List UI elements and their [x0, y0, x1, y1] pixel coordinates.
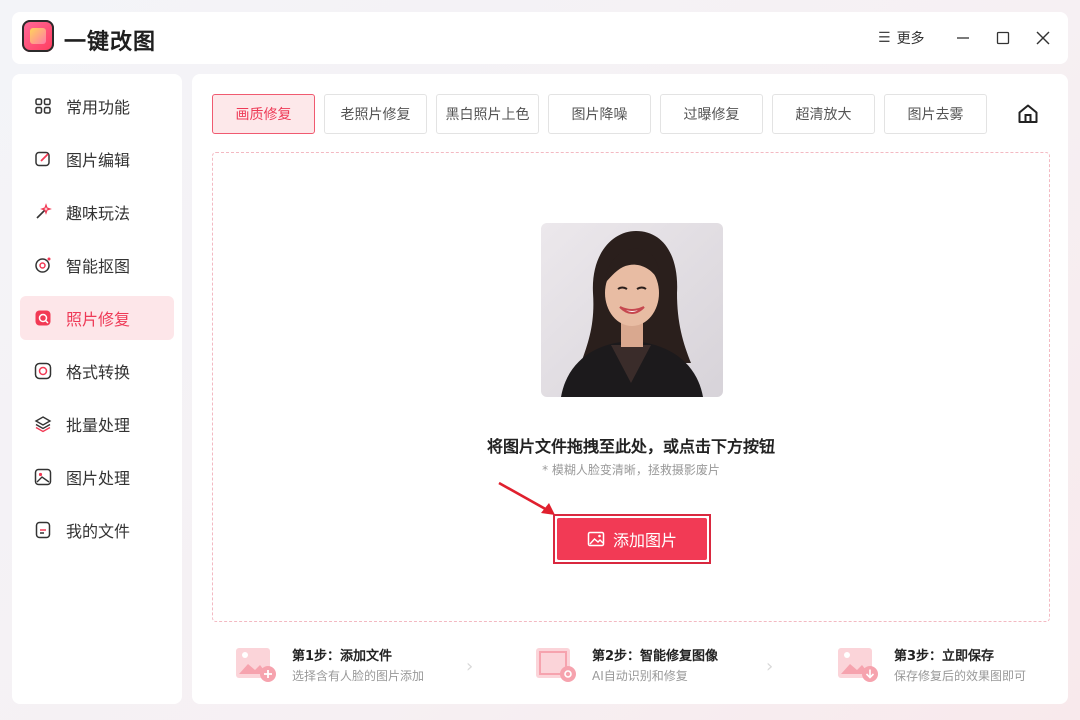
sidebar: 常用功能 图片编辑 趣味玩法 智能抠图 照片修复 格式转换 批量处理 图片处理 …: [12, 74, 182, 704]
sidebar-item-cutout[interactable]: 智能抠图: [20, 243, 174, 287]
tab-dehaze[interactable]: 图片去雾: [884, 94, 987, 134]
drop-zone[interactable]: 将图片文件拖拽至此处，或点击下方按钮 * 模糊人脸变清晰，拯救摄影废片 添加图片: [212, 152, 1050, 622]
sidebar-item-label: 格式转换: [66, 363, 131, 382]
sidebar-item-label: 批量处理: [66, 416, 131, 435]
step-desc: 保存修复后的效果图即可: [894, 669, 1027, 683]
chevron-right-icon: ›: [766, 656, 774, 677]
cutout-icon: [34, 256, 52, 274]
sidebar-item-fun[interactable]: 趣味玩法: [20, 190, 174, 234]
add-image-label: 添加图片: [612, 531, 677, 550]
sidebar-item-label: 照片修复: [66, 310, 131, 329]
close-icon: [1036, 31, 1050, 45]
sidebar-item-label: 图片处理: [66, 469, 131, 488]
tab-old-photo-repair[interactable]: 老照片修复: [324, 94, 427, 134]
step-title: 第1步：添加文件: [292, 649, 393, 664]
minimize-icon: [957, 37, 969, 39]
chevron-right-icon: ›: [466, 656, 474, 677]
add-image-button-highlight: 添加图片: [553, 514, 711, 564]
tab-colorize[interactable]: 黑白照片上色: [436, 94, 539, 134]
repair-icon: [34, 309, 52, 327]
more-button[interactable]: ☰ 更多: [878, 26, 925, 50]
magic-wand-icon: [34, 203, 52, 221]
tab-upscale[interactable]: 超清放大: [772, 94, 875, 134]
convert-icon: [34, 362, 52, 380]
step-desc: AI自动识别和修复: [592, 669, 688, 683]
maximize-icon: [996, 31, 1010, 45]
app-logo-icon: [22, 20, 54, 52]
layers-icon: [34, 415, 52, 433]
main-panel: 画质修复 老照片修复 黑白照片上色 图片降噪 过曝修复 超清放大 图片去雾 将图…: [192, 74, 1068, 704]
menu-icon: ☰: [878, 30, 891, 46]
add-file-icon: [236, 648, 276, 682]
pointer-arrow-icon: [498, 481, 555, 515]
sidebar-item-label: 趣味玩法: [66, 204, 131, 223]
sidebar-item-label: 我的文件: [66, 522, 131, 541]
close-button[interactable]: [1029, 24, 1057, 52]
sidebar-item-label: 智能抠图: [66, 257, 131, 276]
tab-bar: 画质修复 老照片修复 黑白照片上色 图片降噪 过曝修复 超清放大 图片去雾: [212, 94, 996, 134]
smart-repair-icon: [536, 648, 576, 682]
sidebar-item-label: 图片编辑: [66, 151, 131, 170]
tab-denoise[interactable]: 图片降噪: [548, 94, 651, 134]
add-image-button[interactable]: 添加图片: [557, 518, 707, 560]
more-label: 更多: [896, 31, 925, 47]
sidebar-item-common[interactable]: 常用功能: [20, 84, 174, 128]
step-title: 第3步：立即保存: [894, 649, 995, 664]
steps-bar: 第1步：添加文件 选择含有人脸的图片添加 › 第2步：智能修复图像 AI自动识别…: [236, 642, 1036, 692]
step-desc: 选择含有人脸的图片添加: [292, 669, 425, 683]
minimize-button[interactable]: [949, 24, 977, 52]
tab-overexposure-repair[interactable]: 过曝修复: [660, 94, 763, 134]
sidebar-item-files[interactable]: 我的文件: [20, 508, 174, 552]
grid-icon: [34, 97, 52, 115]
home-icon: [1018, 104, 1038, 123]
sidebar-item-repair[interactable]: 照片修复: [20, 296, 174, 340]
home-button[interactable]: [1016, 102, 1040, 126]
sample-portrait-image: [541, 223, 723, 397]
edit-icon: [34, 150, 52, 168]
file-icon: [34, 521, 52, 539]
drop-zone-subtitle: * 模糊人脸变清晰，拯救摄影废片: [542, 463, 720, 477]
drop-zone-title: 将图片文件拖拽至此处，或点击下方按钮: [486, 437, 775, 456]
sidebar-item-process[interactable]: 图片处理: [20, 455, 174, 499]
sidebar-item-convert[interactable]: 格式转换: [20, 349, 174, 393]
sidebar-item-label: 常用功能: [66, 98, 131, 117]
sidebar-item-edit[interactable]: 图片编辑: [20, 137, 174, 181]
step-title: 第2步：智能修复图像: [592, 649, 719, 664]
image-icon: [587, 531, 605, 547]
maximize-button[interactable]: [989, 24, 1017, 52]
save-icon: [838, 648, 878, 682]
tab-quality-repair[interactable]: 画质修复: [212, 94, 315, 134]
title-bar: 一键改图 ☰ 更多: [12, 12, 1068, 64]
app-title: 一键改图: [64, 30, 157, 55]
image-icon: [34, 468, 52, 486]
sidebar-item-batch[interactable]: 批量处理: [20, 402, 174, 446]
